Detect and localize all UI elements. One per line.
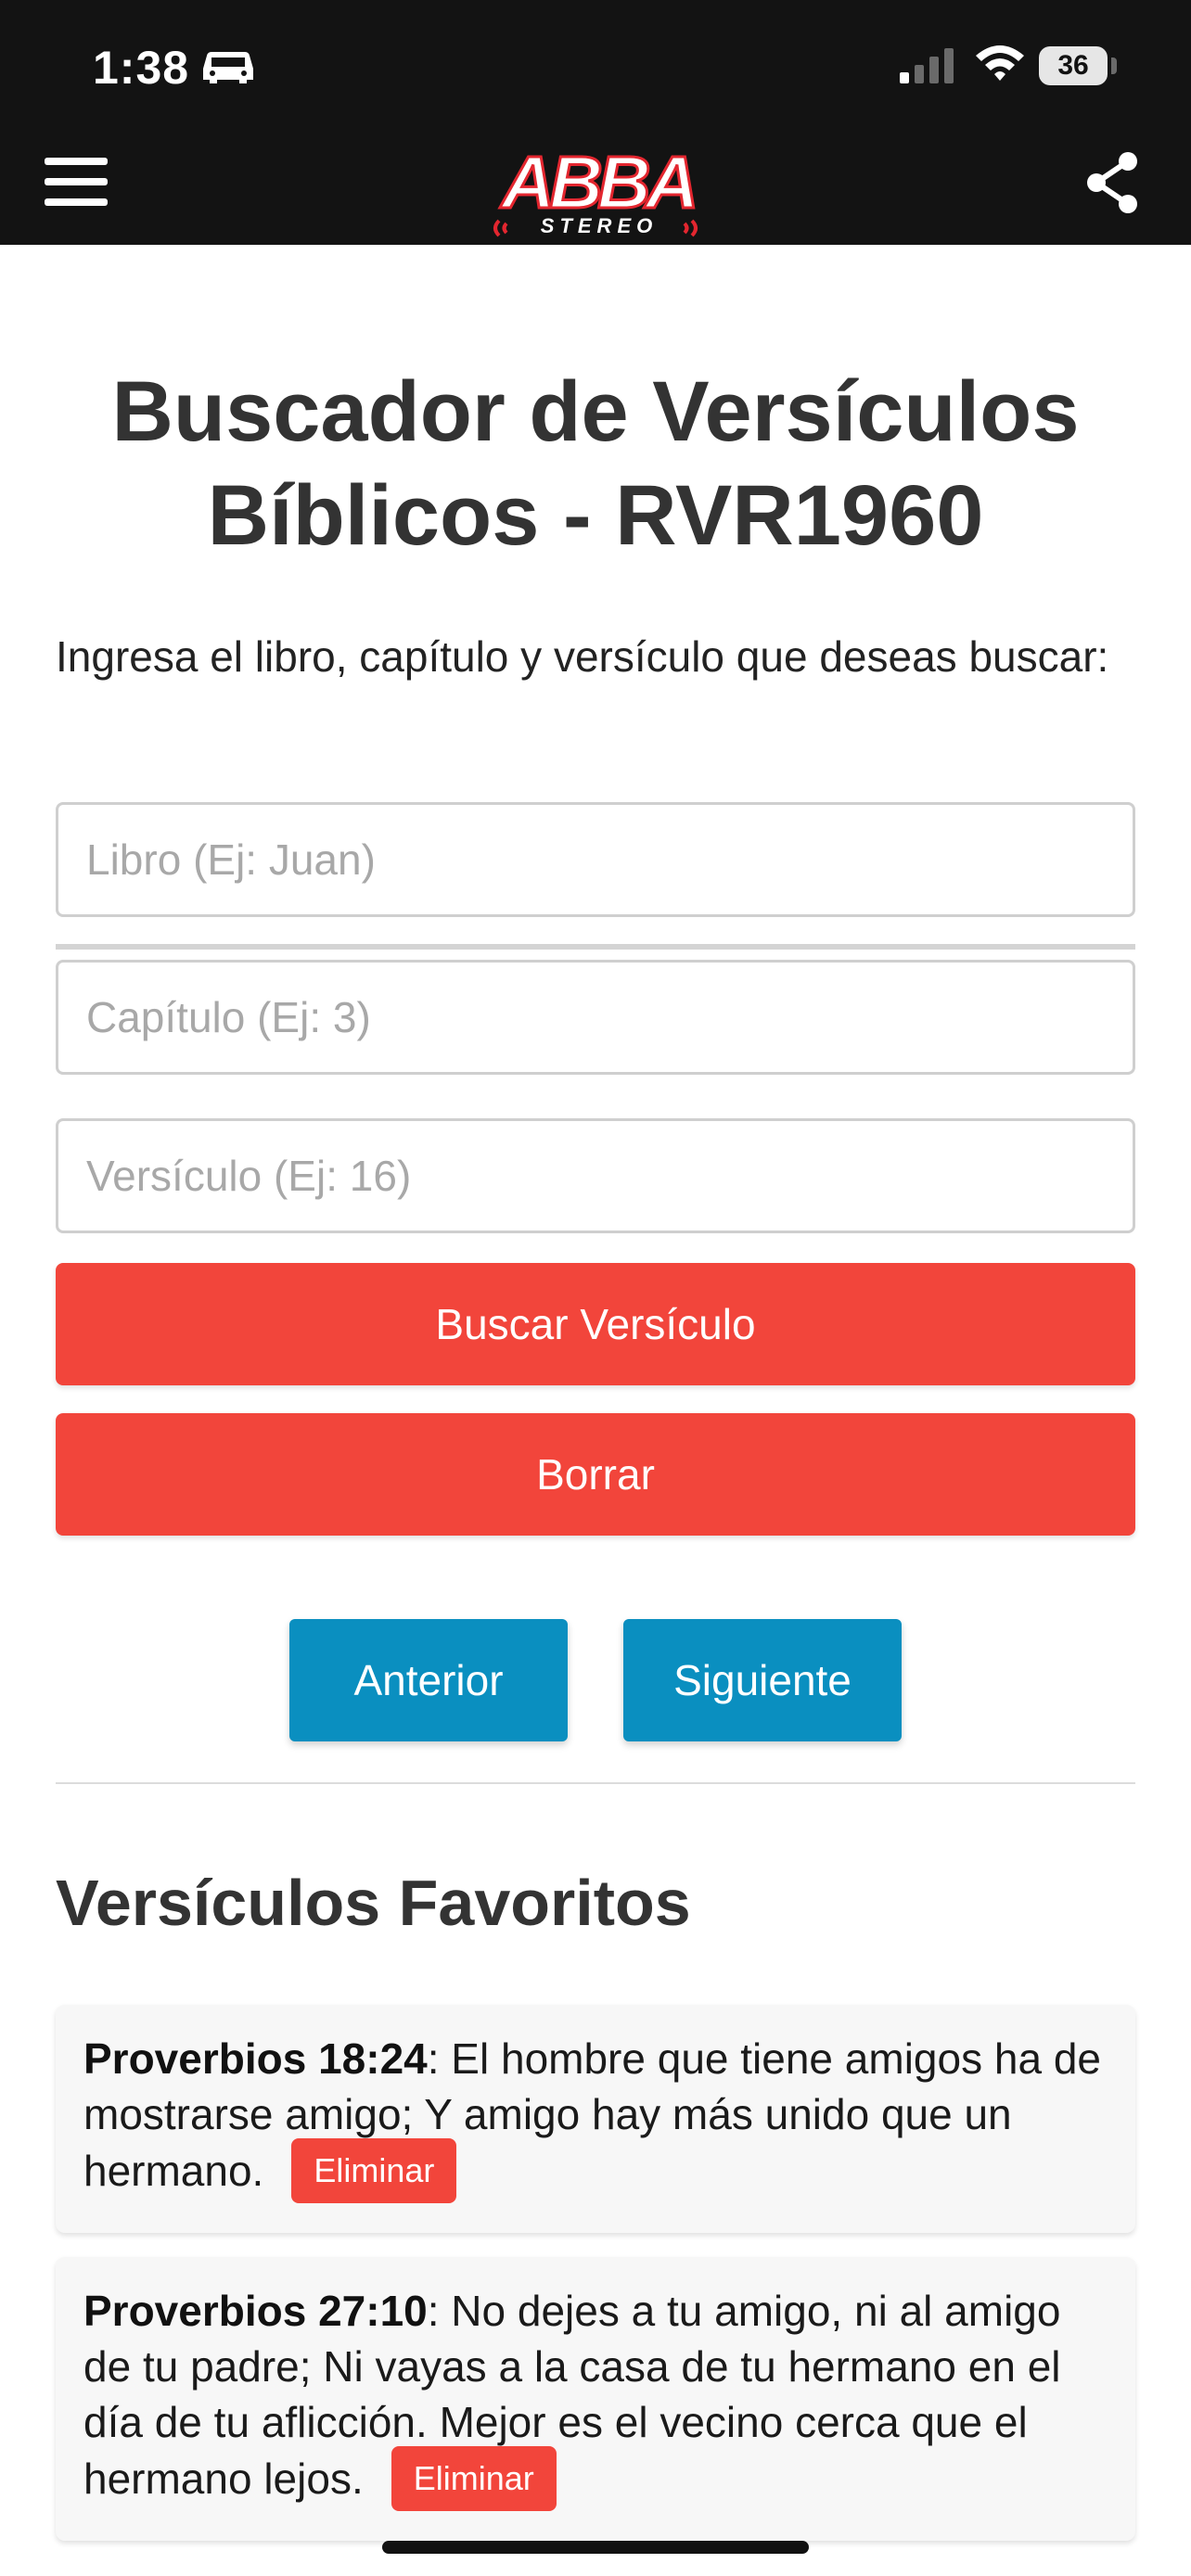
app-header: ABBA STEREO (0, 135, 1191, 245)
favorite-item: Proverbios 18:24: El hombre que tiene am… (56, 2005, 1135, 2233)
logo-sub-text: STEREO (541, 214, 658, 237)
field-divider (56, 944, 1135, 950)
status-bar: 1:38 36 (0, 0, 1191, 135)
battery-indicator: 36 (1039, 46, 1108, 85)
favorite-reference: Proverbios 27:10 (83, 2287, 428, 2335)
battery-cap (1111, 57, 1117, 74)
favorite-reference: Proverbios 18:24 (83, 2034, 428, 2083)
logo-main-text: ABBA (499, 141, 693, 223)
favorite-item: Proverbios 27:10: No dejes a tu amigo, n… (56, 2257, 1135, 2541)
clear-button[interactable]: Borrar (56, 1413, 1135, 1536)
next-button[interactable]: Siguiente (623, 1619, 902, 1741)
favorites-title: Versículos Favoritos (56, 1867, 691, 1939)
car-icon (203, 52, 253, 83)
abba-stereo-logo: ABBA STEREO (493, 140, 700, 237)
search-verse-button[interactable]: Buscar Versículo (56, 1263, 1135, 1385)
home-indicator (382, 2541, 809, 2554)
instructions-text: Ingresa el libro, capítulo y versículo q… (56, 632, 1109, 681)
main-content: Buscador de Versículos Bíblicos - RVR196… (0, 245, 1191, 2576)
page-title: Buscador de Versículos Bíblicos - RVR196… (111, 364, 1080, 563)
wifi-icon (976, 45, 1024, 81)
hamburger-menu-icon[interactable] (45, 158, 108, 217)
signal-icon (900, 48, 954, 83)
section-divider (56, 1782, 1135, 1784)
previous-button[interactable]: Anterior (289, 1619, 568, 1741)
share-icon[interactable] (1083, 150, 1143, 215)
status-time: 1:38 (93, 42, 190, 94)
verse-input[interactable] (56, 1118, 1135, 1233)
book-input[interactable] (56, 802, 1135, 917)
chapter-input[interactable] (56, 960, 1135, 1075)
delete-favorite-button[interactable]: Eliminar (391, 2446, 557, 2511)
delete-favorite-button[interactable]: Eliminar (291, 2138, 457, 2203)
